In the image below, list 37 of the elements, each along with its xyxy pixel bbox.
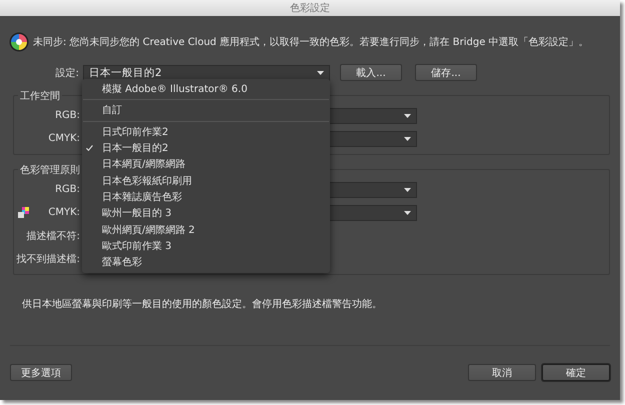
field-label: 描述檔不符: <box>26 230 81 242</box>
menu-item[interactable]: 歐式印前作業 3 <box>82 238 330 254</box>
settings-dropdown[interactable]: 日本一般目的2 <box>83 64 330 80</box>
dialog-button[interactable]: 確定 <box>542 364 610 381</box>
dropdown-arrow-icon <box>404 136 411 140</box>
dropdown-arrow-icon <box>317 70 324 74</box>
menu-item[interactable]: 歐州一般目的 3 <box>82 205 330 222</box>
field-label: RGB: <box>54 184 81 195</box>
dropdown-arrow-icon <box>404 210 411 214</box>
menu-item[interactable]: 日式印前作業2 <box>82 124 330 140</box>
menu-item[interactable]: 日本一般目的2 <box>82 140 330 156</box>
dropdown-arrow-icon <box>404 188 411 192</box>
menu-item[interactable]: 日本網頁/網際網路 <box>82 156 330 172</box>
menu-item[interactable]: 日本雜誌廣告色彩 <box>82 188 330 206</box>
menu-item[interactable]: 日本色彩報紙印刷用 <box>82 172 330 189</box>
field-label: CMYK: <box>47 133 81 144</box>
dropdown-arrow-icon <box>404 114 411 118</box>
sync-notice: 未同步: 您尚未同步您的 Creative Cloud 應用程式，以取得一致的色彩。若要進行同步，請在 Bridge 中選取「色彩設定」。 <box>33 36 589 49</box>
group-title: 工作空間 <box>18 89 62 103</box>
menu-item[interactable]: 歐州網頁/網際網路 2 <box>82 221 330 238</box>
more-options-button[interactable]: 更多選項 <box>10 364 72 381</box>
menu-item[interactable]: 模擬 Adobe® Illustrator® 6.0 <box>82 81 330 98</box>
window-title: 色彩設定 <box>290 2 330 15</box>
field-label: RGB: <box>54 110 81 121</box>
menu-item[interactable]: 螢幕色彩 <box>82 254 330 270</box>
menu-item[interactable]: 自訂 <box>82 102 330 119</box>
color-wheel-icon <box>9 32 29 52</box>
settings-button[interactable]: 儲存... <box>415 64 477 81</box>
settings-button[interactable]: 載入... <box>340 64 402 81</box>
field-label: CMYK: <box>47 207 81 218</box>
check-icon <box>86 145 93 152</box>
color-profile-icon <box>18 207 29 218</box>
settings-label: 設定: <box>54 66 80 80</box>
field-label: 找不到描述檔: <box>16 252 81 266</box>
group-title: 色彩管理原則 <box>18 163 82 177</box>
dialog-button[interactable]: 取消 <box>468 364 536 381</box>
description-text: 供日本地區螢幕與印刷等一般目的使用的顏色設定。會停用色彩描述檔警告功能。 <box>21 298 383 311</box>
